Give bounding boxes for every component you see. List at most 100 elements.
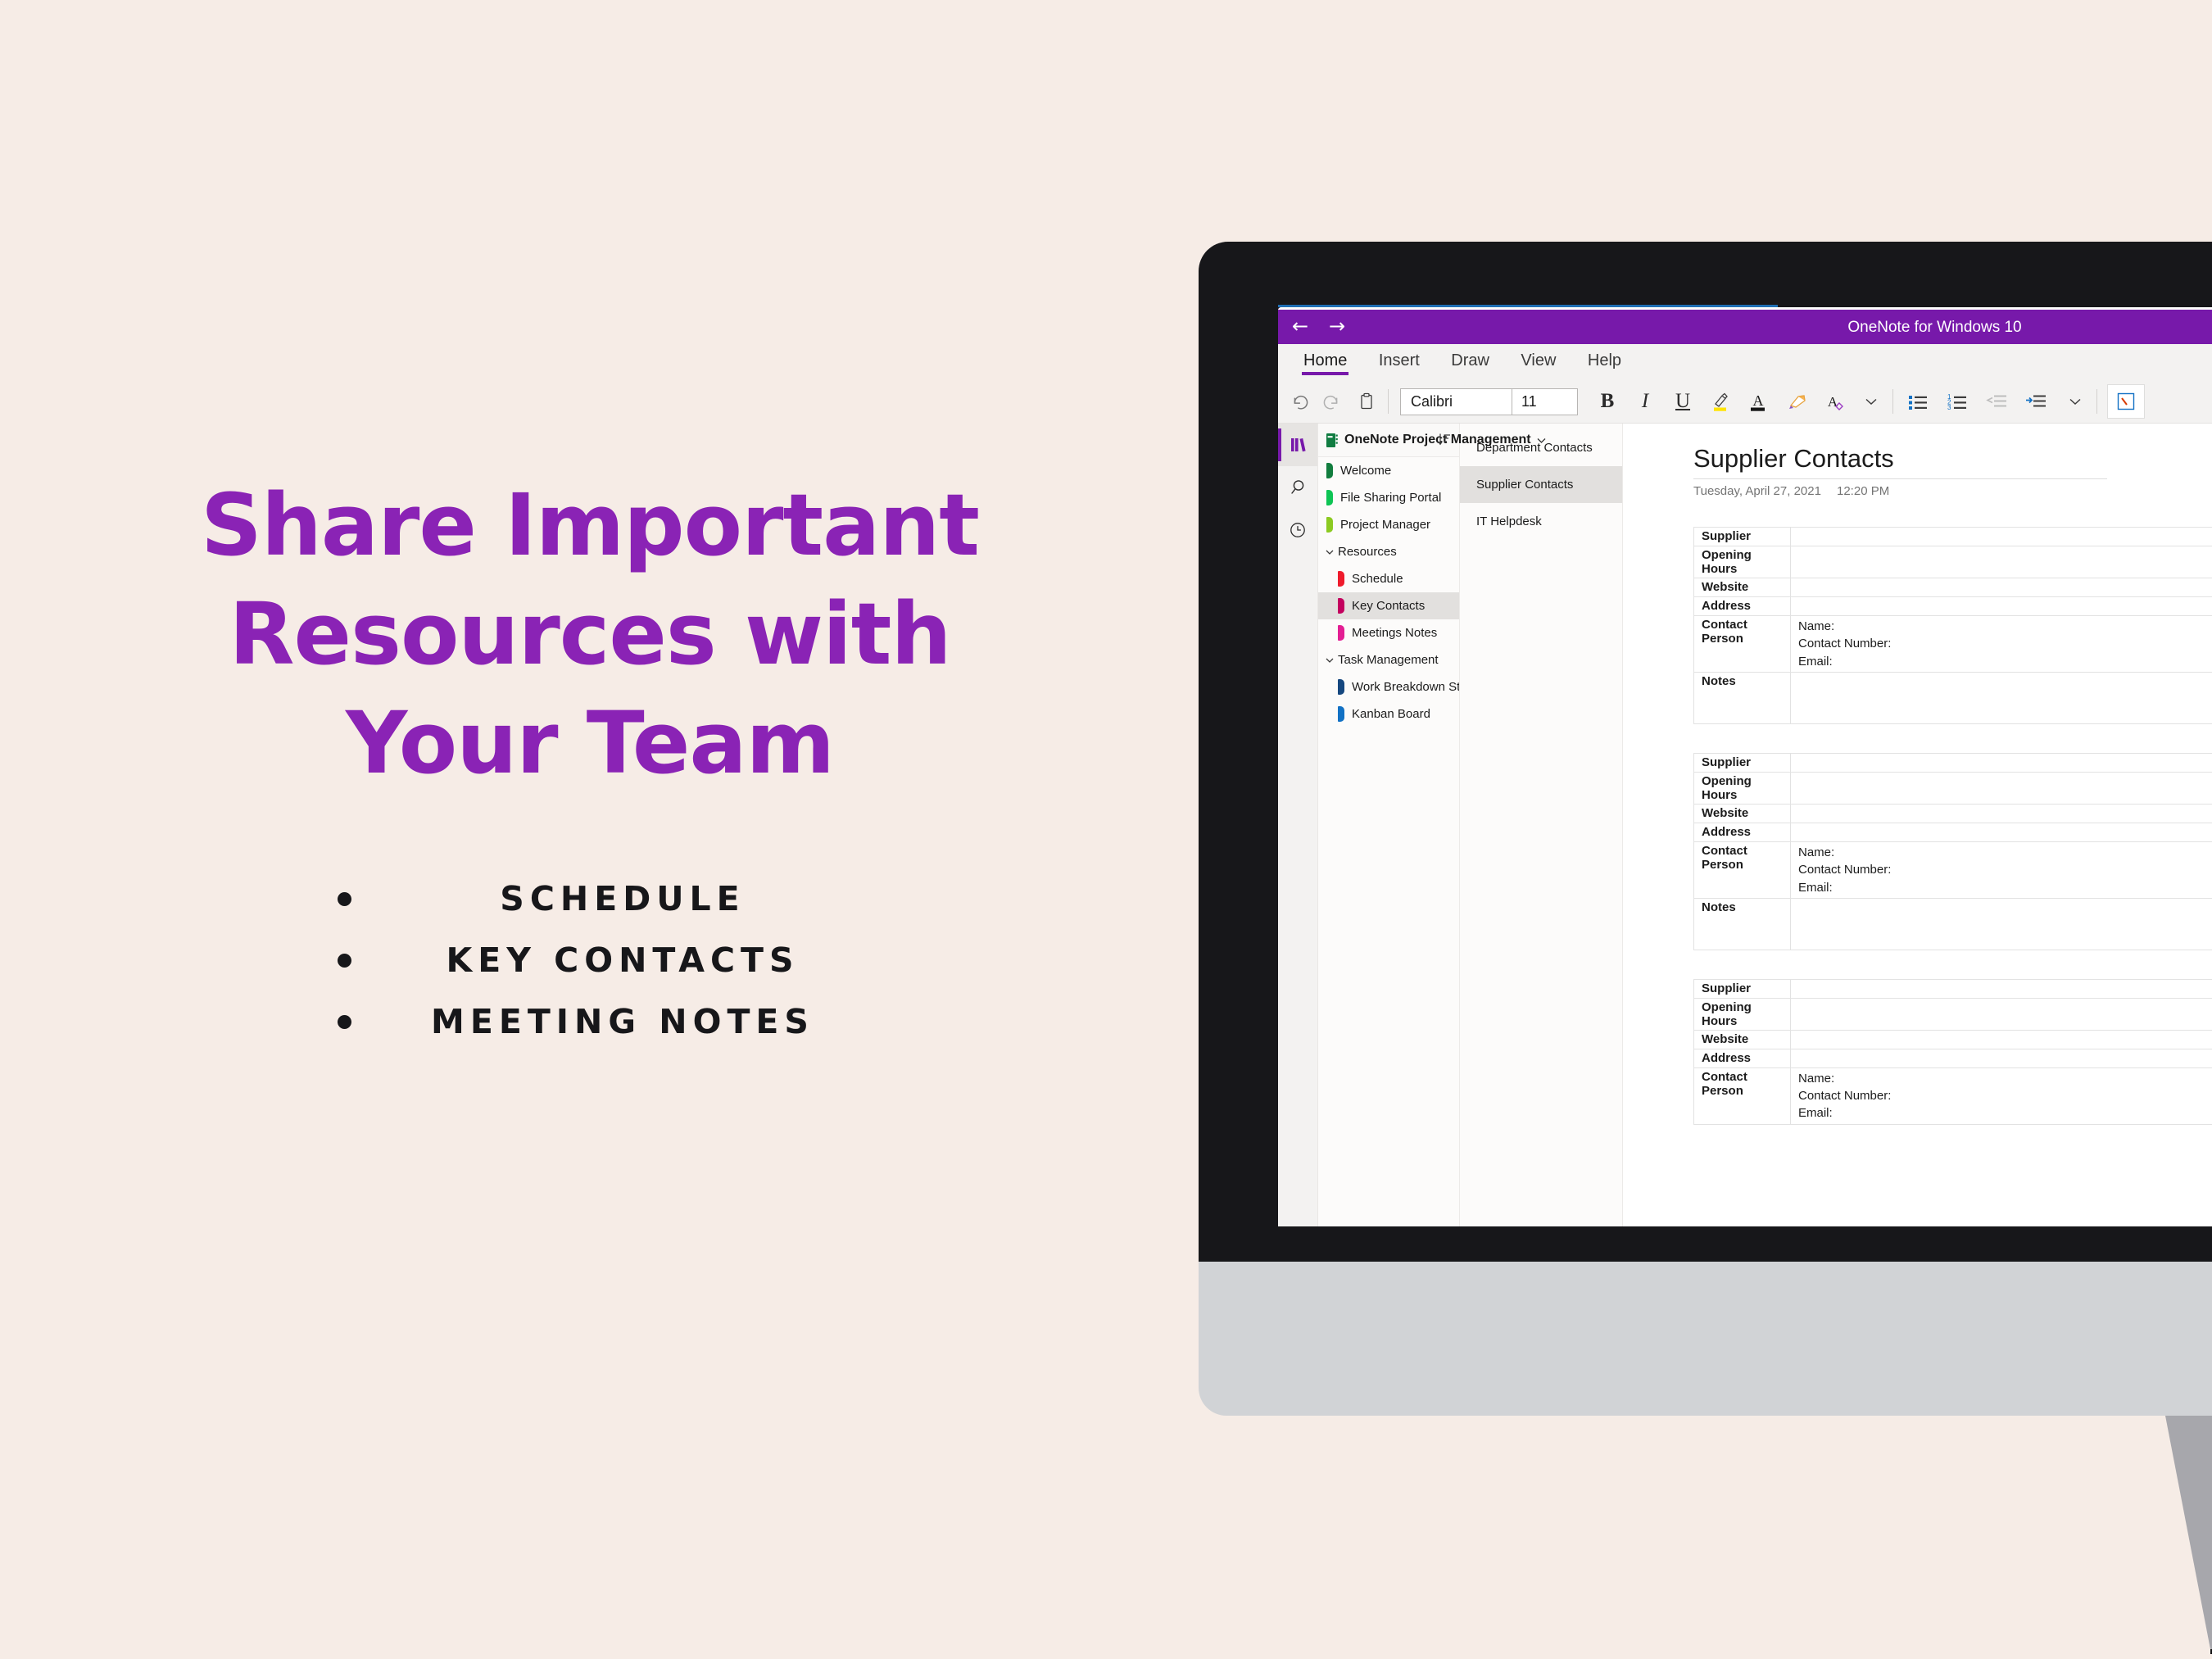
list-item-label: MEETING NOTES xyxy=(431,1002,814,1041)
notebooks-icon[interactable] xyxy=(1278,424,1317,466)
table-cell-value[interactable] xyxy=(1790,1029,2212,1049)
tab-draw[interactable]: Draw xyxy=(1437,344,1503,380)
tab-view[interactable]: View xyxy=(1507,344,1570,380)
font-more-chevron-down-icon[interactable] xyxy=(1856,385,1886,418)
table-cell-key: Address xyxy=(1693,596,1791,617)
table-cell-value[interactable] xyxy=(1790,527,2212,547)
bold-button[interactable]: B xyxy=(1593,385,1622,418)
numbered-list-icon[interactable]: 1 2 3 xyxy=(1942,385,1972,418)
table-cell-value[interactable] xyxy=(1790,997,2212,1031)
table-row[interactable]: Notes xyxy=(1693,897,2212,950)
page-item-it-helpdesk[interactable]: IT Helpdesk xyxy=(1460,503,1622,540)
supplier-table[interactable]: Supplier Opening Hours Website Address C… xyxy=(1693,978,2212,1125)
table-row[interactable]: Contact Person Name: Contact Number: Ema… xyxy=(1693,615,2212,673)
section-label: Key Contacts xyxy=(1352,599,1426,613)
font-name-input[interactable]: Calibri xyxy=(1401,393,1512,410)
section-item-schedule[interactable]: Schedule xyxy=(1318,565,1459,592)
section-panel: OneNote Project Management Welcome File … xyxy=(1318,424,1546,1226)
undo-icon[interactable] xyxy=(1286,385,1316,418)
table-row[interactable]: Website xyxy=(1693,803,2212,823)
table-row[interactable]: Opening Hours xyxy=(1693,771,2212,805)
table-row[interactable]: Website xyxy=(1693,578,2212,598)
paragraph-more-chevron-down-icon[interactable] xyxy=(2060,385,2090,418)
table-cell-value[interactable] xyxy=(1790,596,2212,617)
decrease-indent-icon[interactable] xyxy=(1982,385,2011,418)
table-cell-value[interactable] xyxy=(1790,978,2212,999)
styles-gallery-icon[interactable] xyxy=(2107,384,2145,419)
list-item: SCHEDULE xyxy=(270,868,975,930)
font-color-icon[interactable]: A xyxy=(1743,385,1773,418)
section-item-work-breakdown-structure[interactable]: Work Breakdown Structure xyxy=(1318,673,1459,700)
table-row[interactable]: Opening Hours xyxy=(1693,546,2212,579)
table-row[interactable]: Opening Hours xyxy=(1693,997,2212,1031)
search-icon[interactable] xyxy=(1278,466,1317,509)
table-cell-value[interactable] xyxy=(1790,1048,2212,1068)
supplier-table[interactable]: Supplier Opening Hours Website Address C… xyxy=(1693,527,2212,724)
increase-indent-icon[interactable] xyxy=(2021,385,2051,418)
page-item-supplier-contacts[interactable]: Supplier Contacts xyxy=(1460,466,1622,503)
table-cell-key: Supplier xyxy=(1693,527,1791,547)
format-painter-icon[interactable] xyxy=(1783,385,1812,418)
section-item-kanban-board[interactable]: Kanban Board xyxy=(1318,700,1459,728)
page-title[interactable]: Supplier Contacts xyxy=(1693,444,2212,473)
underline-button[interactable]: U xyxy=(1668,385,1698,418)
table-cell-value[interactable] xyxy=(1790,546,2212,579)
chevron-down-icon[interactable] xyxy=(1536,434,1547,446)
sort-icon[interactable] xyxy=(1438,433,1452,451)
section-group-resources[interactable]: Resources xyxy=(1318,538,1459,565)
toolbar-divider xyxy=(2096,389,2097,414)
clipboard-paste-icon[interactable] xyxy=(1352,385,1381,418)
section-label: Schedule xyxy=(1352,572,1403,586)
table-row[interactable]: Notes xyxy=(1693,671,2212,724)
section-color-tab-icon xyxy=(1338,571,1344,587)
tab-home[interactable]: Home xyxy=(1290,344,1361,380)
table-cell-key: Website xyxy=(1693,1029,1791,1049)
table-cell-value[interactable] xyxy=(1790,822,2212,842)
table-cell-value[interactable] xyxy=(1790,771,2212,805)
table-cell-value[interactable] xyxy=(1790,803,2212,823)
tab-insert[interactable]: Insert xyxy=(1365,344,1434,380)
font-size-input[interactable]: 11 xyxy=(1521,393,1537,410)
table-row[interactable]: Address xyxy=(1693,596,2212,617)
section-item-welcome[interactable]: Welcome xyxy=(1318,457,1459,484)
section-item-project-manager[interactable]: Project Manager xyxy=(1318,511,1459,538)
table-cell-value[interactable] xyxy=(1790,897,2212,950)
table-row[interactable]: Contact Person Name: Contact Number: Ema… xyxy=(1693,841,2212,899)
notebook-header[interactable]: OneNote Project Management xyxy=(1318,424,1546,456)
table-row[interactable]: Address xyxy=(1693,822,2212,842)
section-group-task-management[interactable]: Task Management xyxy=(1318,646,1459,673)
italic-button[interactable]: I xyxy=(1630,385,1660,418)
table-cell-value[interactable] xyxy=(1790,671,2212,724)
redo-icon[interactable] xyxy=(1316,385,1345,418)
table-row[interactable]: Supplier xyxy=(1693,527,2212,547)
bullet-dot-icon xyxy=(338,891,351,906)
font-size-input-wrap[interactable]: 11 xyxy=(1512,388,1577,415)
section-item-file-sharing-portal[interactable]: File Sharing Portal xyxy=(1318,484,1459,511)
table-cell-value[interactable]: Name: Contact Number: Email: xyxy=(1790,1067,2212,1125)
table-cell-key: Supplier xyxy=(1693,752,1791,773)
table-row[interactable]: Supplier xyxy=(1693,752,2212,773)
table-cell-value[interactable] xyxy=(1790,752,2212,773)
table-cell-value[interactable]: Name: Contact Number: Email: xyxy=(1790,615,2212,673)
supplier-table[interactable]: Supplier Opening Hours Website Address C… xyxy=(1693,752,2212,950)
svg-text:A: A xyxy=(1753,392,1764,409)
highlighter-icon[interactable] xyxy=(1706,385,1735,418)
section-item-meetings-notes[interactable]: Meetings Notes xyxy=(1318,619,1459,646)
list-item: KEY CONTACTS xyxy=(270,930,975,991)
table-cell-value[interactable] xyxy=(1790,578,2212,598)
table-row[interactable]: Address xyxy=(1693,1048,2212,1068)
bulleted-list-icon[interactable] xyxy=(1903,385,1933,418)
section-color-tab-icon xyxy=(1326,490,1333,505)
tab-help[interactable]: Help xyxy=(1574,344,1635,380)
table-row[interactable]: Contact Person Name: Contact Number: Ema… xyxy=(1693,1067,2212,1125)
clear-formatting-icon[interactable]: A xyxy=(1820,385,1850,418)
note-canvas[interactable]: Supplier Contacts Tuesday, April 27, 202… xyxy=(1623,424,2212,1226)
section-color-tab-icon xyxy=(1326,463,1333,478)
table-row[interactable]: Website xyxy=(1693,1029,2212,1049)
table-cell-value[interactable]: Name: Contact Number: Email: xyxy=(1790,841,2212,899)
app-body: OneNote Project Management Welcome File … xyxy=(1278,424,2212,1226)
table-row[interactable]: Supplier xyxy=(1693,978,2212,999)
section-item-key-contacts[interactable]: Key Contacts xyxy=(1318,592,1459,619)
font-controls: Calibri 11 xyxy=(1400,388,1578,415)
recent-notes-icon[interactable] xyxy=(1278,509,1317,551)
